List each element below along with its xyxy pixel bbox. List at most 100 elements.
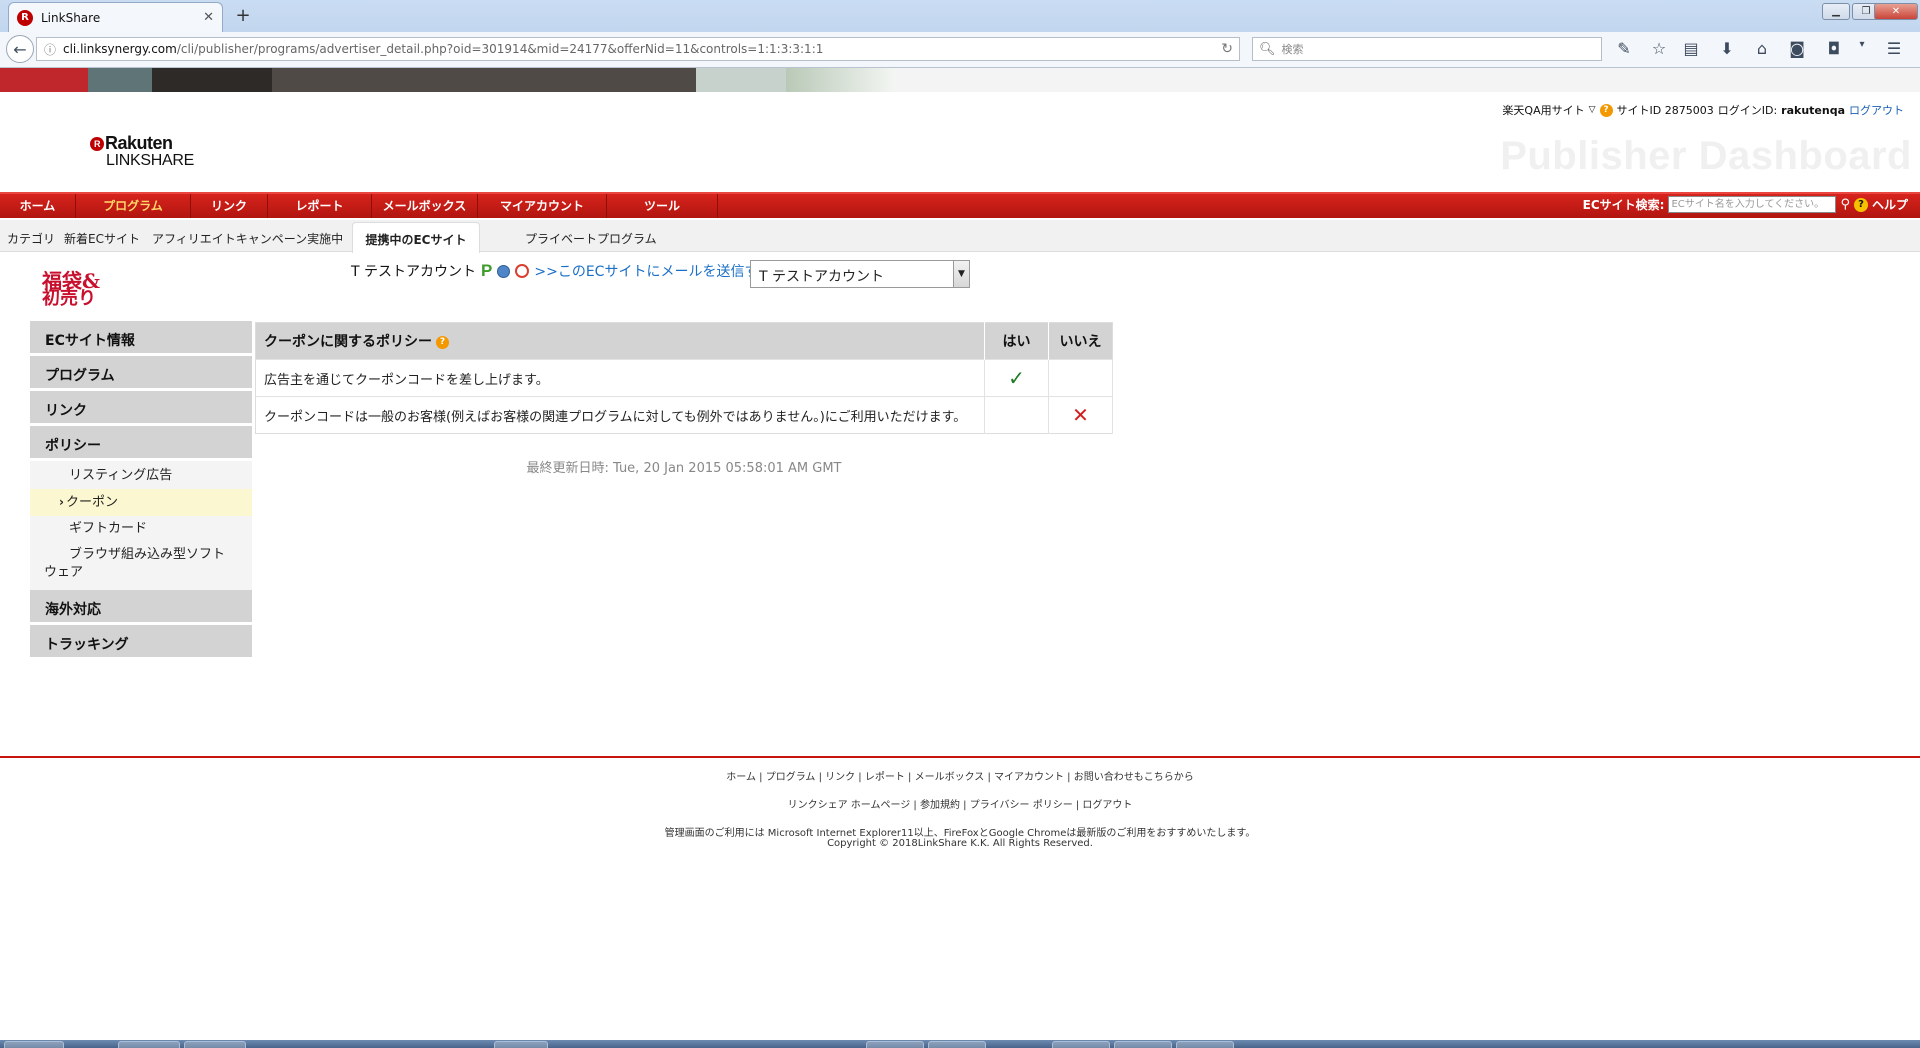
tab-strip: R LinkShare ✕ + ▁ ❐ ✕ <box>0 0 1920 32</box>
taskbar-app-button[interactable] <box>1176 1041 1234 1048</box>
help-icon[interactable]: ? <box>1853 197 1868 212</box>
policy-text: クーポンコードは一般のお客様(例えばお客様の関連プログラムに対しても例外ではあり… <box>255 396 985 434</box>
sidebar-item-browser-software[interactable]: ブラウザ組み込み型ソフトウェア <box>30 542 252 586</box>
no-cell: ✕ <box>1048 396 1113 434</box>
ec-search-input[interactable]: ECサイト名を入力してください。 <box>1668 196 1837 213</box>
footer: ホーム | プログラム | リンク | レポート | メールボックス | マイア… <box>0 756 1920 849</box>
copyright: Copyright © 2018LinkShare K.K. All Right… <box>827 838 1093 849</box>
policy-submenu: リスティング広告 › クーポン ギフトカード ブラウザ組み込み型ソフトウェア <box>30 461 252 590</box>
footer-links-primary[interactable]: ホーム | プログラム | リンク | レポート | メールボックス | マイア… <box>0 768 1920 783</box>
sidebar-item-tracking[interactable]: トラッキング <box>30 625 252 660</box>
subnav-partnered-ec-sites[interactable]: 提携中のECサイト <box>352 222 480 253</box>
url-path: /cli/publisher/programs/advertiser_detai… <box>176 42 824 56</box>
taskbar-app-button[interactable] <box>866 1041 924 1048</box>
sidebar-item-label-continued: ウェア <box>44 565 84 580</box>
nav-tools[interactable]: ツール <box>607 194 718 218</box>
sidebar: ECサイト情報 プログラム リンク ポリシー リスティング広告 › クーポン ギフ… <box>30 321 252 660</box>
browser-tab[interactable]: R LinkShare ✕ <box>8 2 223 32</box>
taskbar-app-button[interactable] <box>1052 1041 1110 1048</box>
sidebar-item-policy[interactable]: ポリシー <box>30 426 252 461</box>
nav-links[interactable]: リンク <box>191 194 268 218</box>
nav-mailbox[interactable]: メールボックス <box>372 194 478 218</box>
download-icon[interactable]: ⬇ <box>1717 39 1737 58</box>
account-row: T テストアカウント P >>このECサイトにメールを送信する <box>351 261 772 281</box>
new-tab-button[interactable]: + <box>232 5 254 26</box>
header-color-band <box>0 68 1920 92</box>
screenshot-icon[interactable]: ◘ <box>1824 39 1844 58</box>
close-window-button[interactable]: ✕ <box>1874 3 1918 20</box>
help-link[interactable]: ヘルプ <box>1872 196 1908 213</box>
sidebar-item-gift-card[interactable]: ギフトカード <box>30 516 252 542</box>
chevron-right-icon: › <box>59 495 64 509</box>
subnav-categories[interactable]: カテゴリ <box>7 230 55 247</box>
search-bar[interactable]: 🔍︎ 検索 <box>1252 37 1602 61</box>
account-select[interactable]: T テストアカウント ▼ <box>750 260 970 288</box>
nav-my-account[interactable]: マイアカウント <box>478 194 607 218</box>
account-name: T テストアカウント <box>351 264 477 280</box>
taskbar-app-button[interactable] <box>928 1041 986 1048</box>
taskbar-app-button[interactable] <box>1114 1041 1172 1048</box>
sidebar-item-coupon[interactable]: › クーポン <box>30 489 252 516</box>
user-bar: 楽天QA用サイト ▽ ? サイトID 2875003 ログインID: rakut… <box>1502 102 1904 118</box>
rakuten-linkshare-logo[interactable]: R Rakuten LINKSHARE <box>90 133 210 170</box>
bookmark-star-icon[interactable]: ☆ <box>1649 39 1669 58</box>
chevron-down-icon[interactable]: ▼ <box>953 261 969 287</box>
dropdown-icon[interactable]: ▽ <box>1589 105 1596 115</box>
last-updated: 最終更新日時: Tue, 20 Jan 2015 05:58:01 AM GMT <box>526 461 842 476</box>
subnav-new-ec-sites[interactable]: 新着ECサイト <box>64 230 140 247</box>
reload-icon[interactable]: ↻ <box>1221 41 1233 57</box>
start-button[interactable] <box>4 1041 64 1048</box>
sidebar-item-label: クーポン <box>65 495 118 510</box>
subnav-affiliate-campaigns[interactable]: アフィリエイトキャンペーン実施中 <box>152 230 343 247</box>
sidebar-item-links[interactable]: リンク <box>30 391 252 426</box>
menu-icon[interactable]: ☰ <box>1884 39 1904 58</box>
reader-icon[interactable]: ✎ <box>1614 39 1634 58</box>
logout-link[interactable]: ログアウト <box>1849 102 1904 118</box>
sidebar-item-programs[interactable]: プログラム <box>30 356 252 391</box>
sidebar-item-label: ブラウザ組み込み型ソフト <box>69 547 226 562</box>
no-cell <box>1048 359 1113 397</box>
address-bar[interactable]: ⓘ cli.linksynergy.com/cli/publisher/prog… <box>36 37 1240 61</box>
footer-links-secondary[interactable]: リンクシェア ホームページ | 参加規約 | プライバシー ポリシー | ログア… <box>0 796 1920 811</box>
search-icon[interactable]: ⚲ <box>1840 197 1850 212</box>
pocket-icon[interactable]: ◙ <box>1787 39 1807 58</box>
coupon-policy-table: クーポンに関するポリシー? はい いいえ 広告主を通じてクーポンコードを差し上げ… <box>255 322 1113 434</box>
sidebar-item-overseas[interactable]: 海外対応 <box>30 590 252 625</box>
table-header-row: クーポンに関するポリシー? はい いいえ <box>255 322 1113 360</box>
nav-programs[interactable]: プログラム <box>76 194 191 218</box>
sub-nav: カテゴリ 新着ECサイト アフィリエイトキャンペーン実施中 提携中のECサイト … <box>0 220 1920 253</box>
minimize-button[interactable]: ▁ <box>1822 3 1850 20</box>
back-arrow-icon[interactable]: ← <box>6 35 34 63</box>
chevron-down-icon[interactable]: ▾ <box>1852 39 1872 50</box>
ec-search-label: ECサイト検索: <box>1582 198 1665 212</box>
site-id: サイトID 2875003 <box>1616 104 1714 117</box>
taskbar-app-button[interactable] <box>118 1041 180 1048</box>
sidebar-item-ec-site-info[interactable]: ECサイト情報 <box>30 321 252 356</box>
taskbar-app-button[interactable] <box>184 1041 246 1048</box>
tab-close-icon[interactable]: ✕ <box>203 10 214 25</box>
home-icon[interactable]: ⌂ <box>1752 39 1772 58</box>
p-icon: P <box>481 261 493 280</box>
search-placeholder: 検索 <box>1281 43 1304 56</box>
advertiser-logo: 福袋& 初売り <box>40 264 150 309</box>
send-mail-link[interactable]: >>このECサイトにメールを送信する <box>534 261 772 281</box>
policy-header-label: クーポンに関するポリシー <box>264 334 432 350</box>
globe-icon <box>497 264 511 278</box>
subnav-private-programs[interactable]: プライベートプログラム <box>525 230 657 247</box>
site-name[interactable]: 楽天QA用サイト <box>1502 102 1584 118</box>
taskbar <box>0 1040 1920 1048</box>
col-yes: はい <box>984 322 1049 360</box>
site-info-icon[interactable]: ⓘ <box>43 41 57 58</box>
help-icon[interactable]: ? <box>436 335 449 349</box>
nav-reports[interactable]: レポート <box>268 194 372 218</box>
help-icon[interactable]: ? <box>1599 103 1613 117</box>
page: R Rakuten LINKSHARE 楽天QA用サイト ▽ ? サイトID 28… <box>0 68 1920 1040</box>
publisher-dashboard-watermark: Publisher Dashboard <box>1500 134 1912 178</box>
navigation-toolbar: ← ⓘ cli.linksynergy.com/cli/publisher/pr… <box>0 32 1920 68</box>
taskbar-app-button[interactable] <box>494 1041 548 1048</box>
nav-home[interactable]: ホーム <box>0 194 76 218</box>
tab-title: LinkShare <box>41 10 101 25</box>
bookmarks-list-icon[interactable]: ▤ <box>1681 39 1701 58</box>
sidebar-item-listing-ads[interactable]: リスティング広告 <box>30 463 252 489</box>
login-id: rakutenqa <box>1781 103 1845 117</box>
